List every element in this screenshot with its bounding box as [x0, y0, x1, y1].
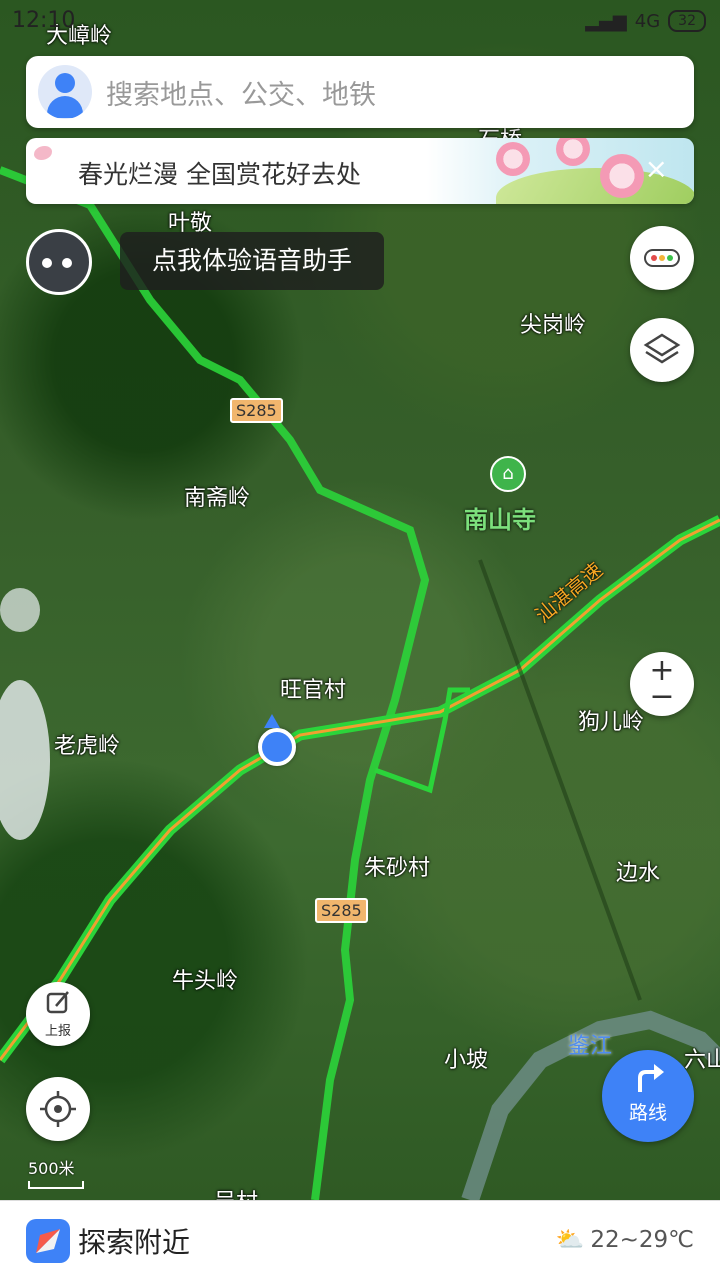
map-label[interactable]: 南斋岭	[184, 480, 250, 512]
promo-banner[interactable]: 春光烂漫 全国赏花好去处 ×	[26, 138, 694, 204]
explore-nearby-bar[interactable]: 探索附近 ⛅ 22~29℃	[0, 1200, 720, 1281]
turn-right-icon	[638, 1064, 664, 1092]
weather-info[interactable]: ⛅ 22~29℃	[555, 1226, 694, 1254]
search-bar[interactable]: 搜索地点、公交、地铁	[26, 56, 694, 128]
report-label: 上报	[44, 1024, 71, 1039]
scale-label: 500米	[28, 1159, 75, 1178]
partly-cloudy-icon: ⛅	[555, 1227, 585, 1253]
petal-icon	[34, 146, 52, 160]
map-label[interactable]: 老虎岭	[54, 728, 120, 760]
battery-icon: 32	[668, 10, 706, 32]
network-type: 4G	[634, 10, 661, 32]
status-bar: 12:10 ▂▄▆ 4G 32	[0, 0, 720, 44]
map-label[interactable]: 吴村	[214, 1184, 258, 1200]
explore-nearby-title[interactable]: 探索附近	[78, 1221, 190, 1261]
traffic-toggle-button[interactable]	[630, 226, 694, 290]
explore-app-icon	[26, 1219, 70, 1263]
voice-assistant-button[interactable]	[26, 229, 92, 295]
map-label[interactable]: 牛头岭	[172, 963, 238, 995]
scale-bar: 500米	[28, 1155, 84, 1189]
temple-poi-icon[interactable]: ⌂	[490, 456, 526, 492]
temperature-range: 22~29℃	[590, 1226, 694, 1253]
map-label[interactable]: 旺官村	[280, 672, 346, 704]
zoom-control[interactable]: + −	[630, 652, 694, 716]
banner-close-button[interactable]: ×	[645, 152, 668, 185]
crosshair-icon	[40, 1091, 76, 1127]
report-button[interactable]: 上报	[26, 982, 90, 1046]
route-button[interactable]: 路线	[602, 1050, 694, 1142]
heading-arrow-icon	[264, 714, 280, 728]
road-shield: S285	[230, 398, 283, 423]
status-time: 12:10	[12, 8, 76, 33]
signal-icon: ▂▄▆	[585, 10, 627, 32]
blossom-icon	[496, 142, 530, 176]
avatar[interactable]	[38, 65, 92, 119]
banner-text[interactable]: 春光烂漫 全国赏花好去处	[78, 155, 361, 191]
road-shield: S285	[315, 898, 368, 923]
voice-assistant-tip[interactable]: 点我体验语音助手	[120, 232, 384, 290]
poi-temple-label[interactable]: 南山寺	[464, 500, 536, 535]
layers-icon	[643, 333, 681, 364]
zoom-out-button[interactable]: −	[630, 682, 694, 712]
route-label[interactable]: 路线	[602, 1098, 694, 1125]
edit-icon	[46, 991, 69, 1014]
map-label[interactable]: 边水	[616, 855, 660, 887]
map-label[interactable]: 小坡	[444, 1042, 488, 1074]
map-label[interactable]: 尖岗岭	[520, 307, 586, 339]
blossom-icon	[556, 138, 590, 166]
layers-button[interactable]	[630, 318, 694, 382]
traffic-light-icon	[644, 249, 680, 267]
map-label[interactable]: 朱砂村	[364, 850, 430, 882]
search-placeholder[interactable]: 搜索地点、公交、地铁	[106, 73, 376, 112]
current-location-icon	[258, 728, 296, 766]
blossom-icon	[600, 154, 644, 198]
locate-button[interactable]	[26, 1077, 90, 1141]
